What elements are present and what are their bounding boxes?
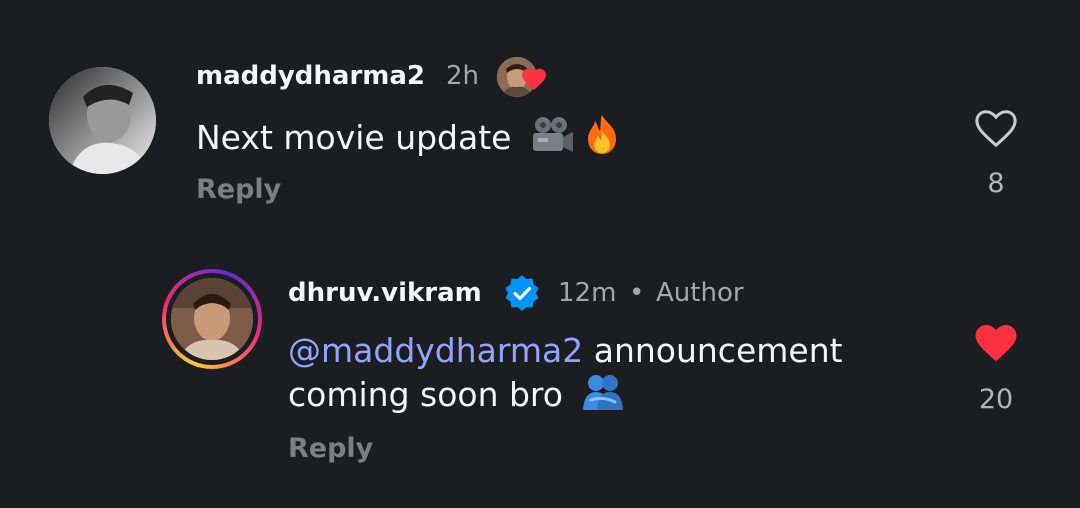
people-hugging-icon: [583, 375, 624, 410]
like-count: 20: [978, 384, 1014, 415]
reply-text-line1: announcement: [583, 331, 843, 370]
fire-icon: [588, 115, 617, 154]
author-avatar[interactable]: [162, 269, 262, 369]
reply-button[interactable]: Reply: [288, 433, 373, 464]
commenter-avatar[interactable]: [49, 67, 156, 174]
heart-outline-icon[interactable]: [973, 107, 1019, 149]
meta-separator: •: [629, 278, 645, 308]
mention-link[interactable]: @maddydharma2: [288, 331, 583, 370]
comment-text: Next movie update: [196, 118, 512, 157]
creator-liked-badge: [495, 53, 553, 99]
author-username[interactable]: dhruv.vikram: [288, 278, 482, 308]
reply-button[interactable]: Reply: [196, 174, 281, 205]
comments-thread: maddydharma2 2h Next movie update Reply …: [0, 0, 1080, 508]
comment-username[interactable]: maddydharma2: [196, 61, 425, 91]
heart-filled-icon[interactable]: [973, 322, 1019, 364]
author-photo: [171, 278, 253, 360]
author-badge: Author: [656, 278, 744, 308]
heart-filled-icon: [522, 68, 546, 90]
comment-timestamp: 2h: [446, 61, 480, 91]
movie-camera-icon: [532, 117, 573, 152]
reply-text-line2: coming soon bro: [288, 375, 563, 414]
comment-body: Next movie update: [196, 113, 620, 159]
verified-badge-icon: [505, 275, 539, 311]
reply-timestamp: 12m: [558, 278, 617, 308]
like-count: 8: [987, 168, 1005, 199]
reply-body: @maddydharma2 announcement coming soon b…: [288, 330, 843, 416]
